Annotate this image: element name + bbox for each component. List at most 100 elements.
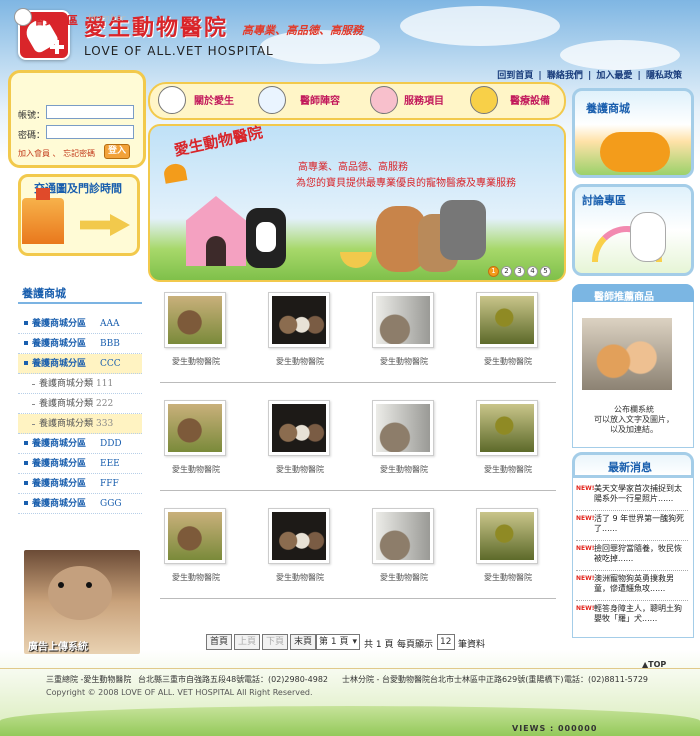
gallery-thumbnail[interactable] — [268, 508, 330, 564]
pig-icon — [370, 86, 398, 114]
shop-menu-item[interactable]: 養護商城分類 222 — [18, 394, 142, 414]
gallery-caption[interactable]: 愛生動物醫院 — [156, 572, 236, 583]
copyright: Copyright © 2008 LOVE OF ALL. VET HOSPIT… — [46, 688, 313, 697]
records-unit: 筆資料 — [458, 640, 486, 650]
nav-services[interactable]: 服務項目 — [404, 92, 444, 107]
banner-page-dot[interactable]: 2 — [501, 266, 512, 277]
bullet-icon — [24, 461, 28, 465]
gallery-thumbnail[interactable] — [372, 508, 434, 564]
gallery-caption[interactable]: 愛生動物醫院 — [364, 464, 444, 475]
nav-equipment[interactable]: 醫療設備 — [510, 92, 550, 107]
kittens-photo[interactable] — [582, 318, 672, 390]
forgot-password-link[interactable]: 忘記密碼 — [63, 149, 95, 158]
prev-page-button[interactable]: 上頁 — [234, 634, 260, 650]
gallery-thumbnail[interactable] — [164, 400, 226, 456]
nav-about[interactable]: 關於愛生 — [194, 92, 234, 107]
nav-doctors[interactable]: 醫師陣容 — [300, 92, 340, 107]
gallery-caption[interactable]: 愛生動物醫院 — [468, 356, 548, 367]
shop-menu-item[interactable]: 養護商城分區 FFF — [18, 474, 142, 494]
medical-cross-icon — [50, 40, 64, 54]
branch2-address: 台北市士林區中正路629號(重陽橋下) — [430, 675, 564, 684]
shop-menu-item[interactable]: 養護商城分區 DDD — [18, 434, 142, 454]
account-input[interactable] — [46, 105, 134, 119]
home-link[interactable]: 回到首頁 — [497, 71, 533, 81]
gallery-caption[interactable]: 愛生動物醫院 — [156, 464, 236, 475]
branch1-name: 三重總院 -愛生動物醫院 — [46, 675, 132, 684]
gallery-thumbnail[interactable] — [164, 508, 226, 564]
gallery-thumbnail[interactable] — [372, 400, 434, 456]
gallery-thumbnail[interactable] — [476, 292, 538, 348]
shop-menu-item[interactable]: 養護商城分區 EEE — [18, 454, 142, 474]
news-item[interactable]: NEW!美天文學家首次捕捉到太陽系外一行星照片...... — [576, 484, 692, 504]
menu-item-code: GGG — [100, 499, 122, 509]
gallery-caption[interactable]: 愛生動物醫院 — [260, 356, 340, 367]
bookmark-link[interactable]: 加入最愛 — [596, 71, 632, 81]
bird-photo — [480, 404, 534, 452]
hospital-building-icon — [22, 188, 64, 244]
news-divider — [576, 540, 688, 541]
recommend-title: 醫師推薦商品 — [594, 292, 654, 303]
next-page-button[interactable]: 下頁 — [262, 634, 288, 650]
bullet-icon — [32, 404, 35, 405]
shop-menu-item[interactable]: 養護商城分區 AAA — [18, 314, 142, 334]
contact-link[interactable]: 聯絡我們 — [547, 71, 583, 81]
first-page-button[interactable]: 首頁 — [206, 634, 232, 650]
login-button[interactable]: 登入 — [104, 144, 130, 159]
gallery-caption[interactable]: 愛生動物醫院 — [364, 572, 444, 583]
shop-menu-item[interactable]: 養護商城分區 CCC — [18, 354, 142, 374]
gallery-caption[interactable]: 愛生動物醫院 — [260, 464, 340, 475]
gallery-caption[interactable]: 愛生動物醫院 — [468, 572, 548, 583]
new-badge: NEW! — [576, 515, 595, 522]
gallery-thumbnail[interactable] — [268, 292, 330, 348]
shop-menu-item[interactable]: 養護商城分類 333 — [18, 414, 142, 434]
branch1-phone: 電話：(02)2980-4982 — [244, 675, 329, 684]
join-member-link[interactable]: 加入會員 — [18, 149, 50, 158]
banner-page-dot[interactable]: 4 — [527, 266, 538, 277]
member-title: 會員專區 — [34, 14, 78, 27]
bullet-icon — [24, 441, 28, 445]
last-page-button[interactable]: 末頁 — [290, 634, 316, 650]
member-subtitle: Member — [88, 14, 126, 24]
news-item[interactable]: NEW!輕答身障主人，聰明土狗嬰牧「羅」犬...... — [576, 604, 692, 624]
shop-menu-item[interactable]: 養護商城分區 BBB — [18, 334, 142, 354]
per-page-input[interactable]: 12 — [437, 634, 455, 650]
bird-photo — [480, 296, 534, 344]
banner-page-dot[interactable]: 3 — [514, 266, 525, 277]
gallery-thumbnail[interactable] — [372, 292, 434, 348]
gallery-thumbnail[interactable] — [476, 508, 538, 564]
menu-item-code: CCC — [100, 359, 121, 369]
menu-item-code: DDD — [100, 439, 122, 449]
password-input[interactable] — [46, 125, 134, 139]
privacy-link[interactable]: 隱私政策 — [646, 71, 682, 81]
branch2-phone: 電話：(02)8811-5729 — [564, 675, 649, 684]
gallery-row-divider — [160, 490, 556, 491]
news-divider — [576, 510, 688, 511]
gallery-caption[interactable]: 愛生動物醫院 — [156, 356, 236, 367]
bullet-icon — [32, 424, 35, 425]
branch1-address: 台北縣三重市自強路五段48號 — [138, 675, 245, 684]
gallery-caption[interactable]: 愛生動物醫院 — [468, 464, 548, 475]
news-item[interactable]: NEW!澳洲寵物狗英勇撲救男童，慘遭鱷魚攻...... — [576, 574, 692, 594]
shop-menu-item[interactable]: 養護商城分區 GGG — [18, 494, 142, 514]
gallery-thumbnail[interactable] — [476, 400, 538, 456]
news-headline: 澳洲寵物狗英勇撲救男童，慘遭鱷魚攻...... — [594, 574, 674, 593]
gallery-caption[interactable]: 愛生動物醫院 — [364, 356, 444, 367]
page-select[interactable]: 第 1 頁 — [316, 634, 360, 650]
schnauzer-illustration — [440, 200, 486, 260]
bullet-icon — [24, 361, 28, 365]
banner-page-dot[interactable]: 1 — [488, 266, 499, 277]
menu-item-label: 養護商城分區 — [32, 319, 87, 329]
gallery-caption[interactable]: 愛生動物醫院 — [260, 572, 340, 583]
news-item[interactable]: NEW!活了 9 年世界第一醜狗死了...... — [576, 514, 692, 534]
gallery-thumbnail[interactable] — [164, 292, 226, 348]
shop-menu-item[interactable]: 養護商城分類 111 — [18, 374, 142, 394]
new-badge: NEW! — [576, 545, 595, 552]
banner-page-dot[interactable]: 5 — [540, 266, 551, 277]
gallery-thumbnail[interactable] — [268, 400, 330, 456]
new-badge: NEW! — [576, 575, 595, 582]
view-counter: VIEWS : 000000 — [512, 724, 598, 733]
bullet-icon — [24, 321, 28, 325]
news-item[interactable]: NEW!撿回罪狩當隨養，牧民恢被吃掉...... — [576, 544, 692, 564]
puppy-illustration — [630, 212, 666, 262]
menu-item-label: 養護商城分區 — [32, 479, 87, 489]
